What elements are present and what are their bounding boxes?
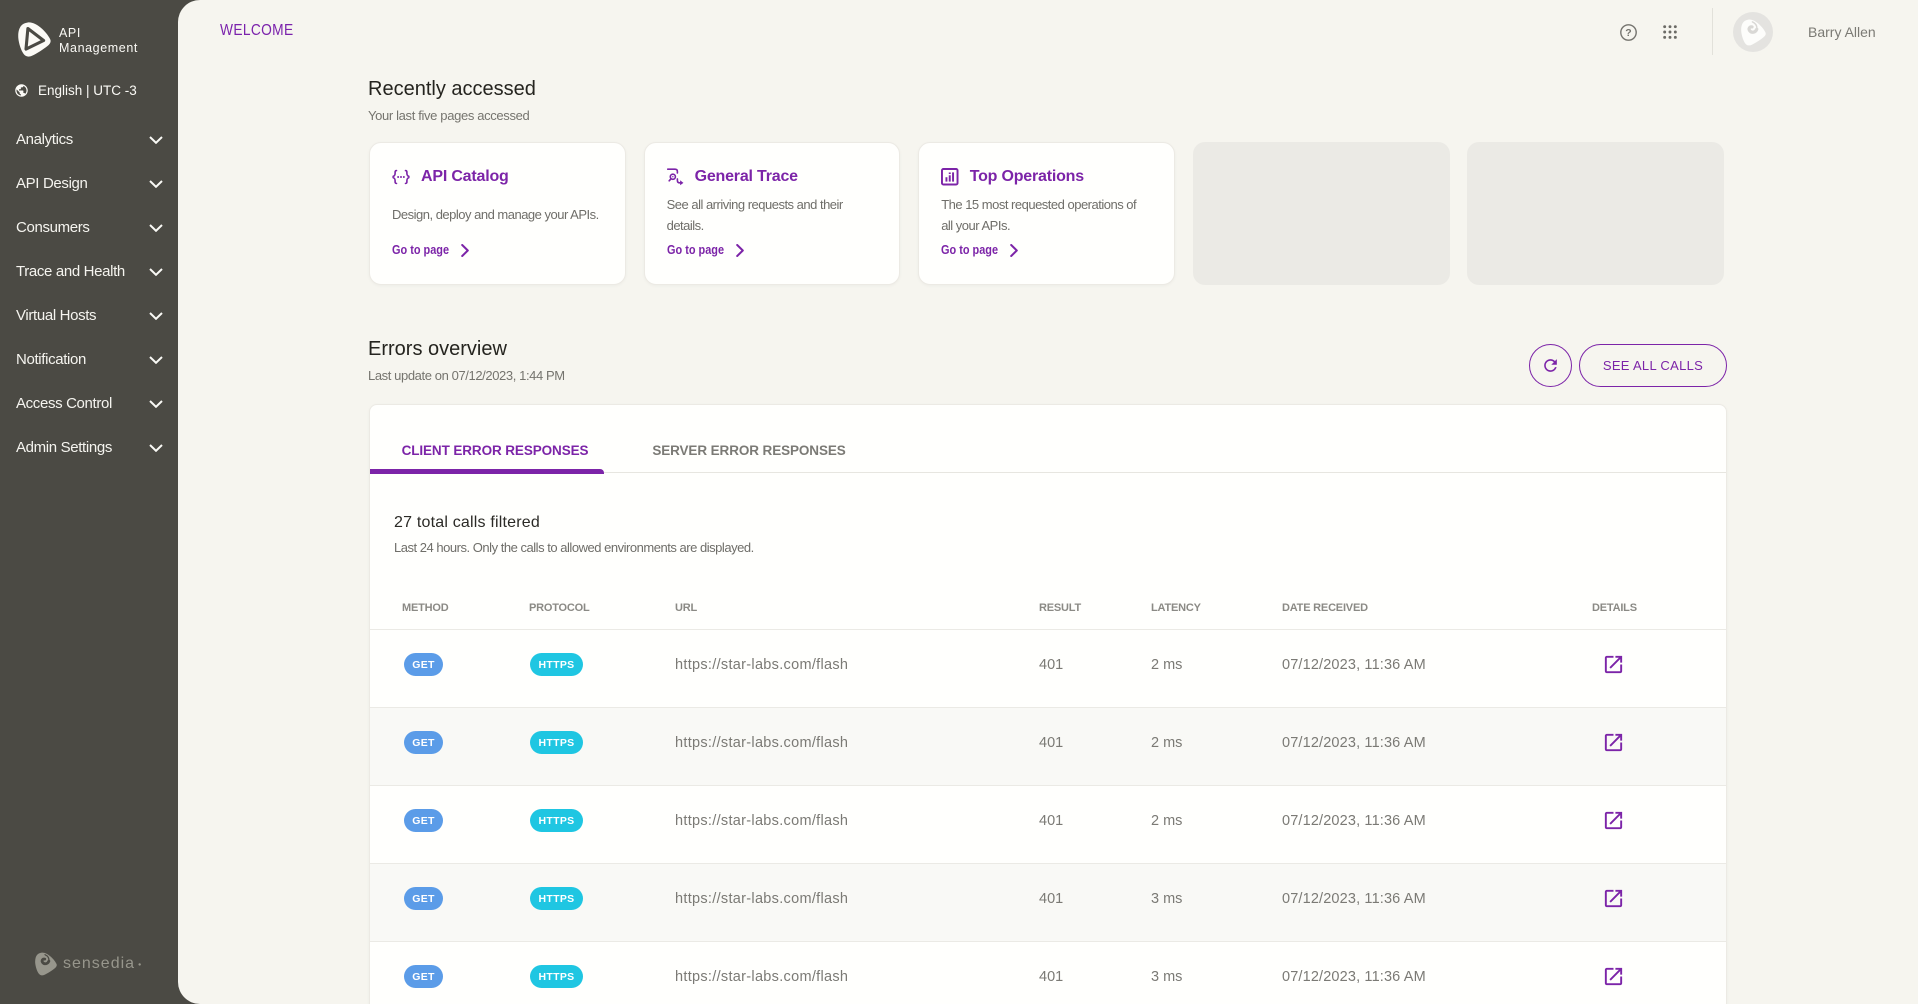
- svg-text:?: ?: [1625, 27, 1631, 39]
